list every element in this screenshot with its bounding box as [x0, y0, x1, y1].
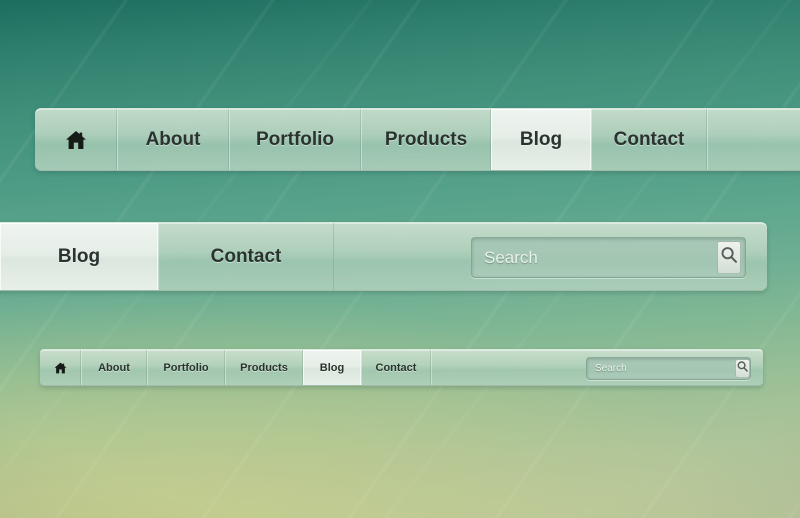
nav-item-blog[interactable]: Blog: [303, 350, 361, 385]
nav-item-label: Blog: [57, 245, 101, 267]
nav-item-label: About: [145, 128, 201, 150]
nav-item-products[interactable]: Products: [225, 350, 303, 385]
search-field-container: [586, 357, 751, 380]
nav-item-blog[interactable]: Blog: [0, 223, 158, 290]
search-field-container: [471, 237, 746, 278]
nav-item-about[interactable]: About: [117, 109, 229, 170]
page-background: About Portfolio Products Blog Contact Bl…: [0, 0, 800, 518]
nav-item-contact[interactable]: Contact: [361, 350, 431, 385]
navigation-bar-small: About Portfolio Products Blog Contact: [40, 349, 763, 386]
nav-item-label: Contact: [210, 245, 282, 267]
nav-item-label: Blog: [319, 361, 345, 374]
search-button[interactable]: [735, 359, 750, 378]
nav-item-label: About: [98, 361, 130, 374]
nav-empty-space: [707, 109, 800, 170]
nav-item-label: Portfolio: [163, 361, 209, 374]
navigation-bar-search: Blog Contact: [0, 222, 767, 291]
nav-item-label: Portfolio: [255, 128, 335, 150]
nav-item-contact[interactable]: Contact: [591, 109, 707, 170]
nav-item-contact[interactable]: Contact: [158, 223, 334, 290]
nav-item-products[interactable]: Products: [361, 109, 491, 170]
home-icon: [54, 362, 67, 374]
nav-item-home[interactable]: [40, 350, 81, 385]
nav-item-blog[interactable]: Blog: [491, 109, 591, 170]
search-icon: [719, 245, 739, 270]
nav-item-label: Products: [240, 361, 288, 374]
search-input[interactable]: [587, 358, 735, 379]
home-icon: [65, 130, 87, 150]
search-button[interactable]: [717, 241, 741, 274]
nav-item-portfolio[interactable]: Portfolio: [229, 109, 361, 170]
nav-item-label: Contact: [375, 361, 417, 374]
nav-item-label: Products: [384, 128, 468, 150]
nav-item-label: Blog: [519, 128, 563, 150]
search-icon: [736, 360, 749, 378]
nav-item-portfolio[interactable]: Portfolio: [147, 350, 225, 385]
nav-item-label: Contact: [613, 128, 685, 150]
search-input[interactable]: [472, 238, 717, 277]
nav-item-home[interactable]: [35, 109, 117, 170]
navigation-bar-large: About Portfolio Products Blog Contact: [35, 108, 800, 171]
nav-item-about[interactable]: About: [81, 350, 147, 385]
